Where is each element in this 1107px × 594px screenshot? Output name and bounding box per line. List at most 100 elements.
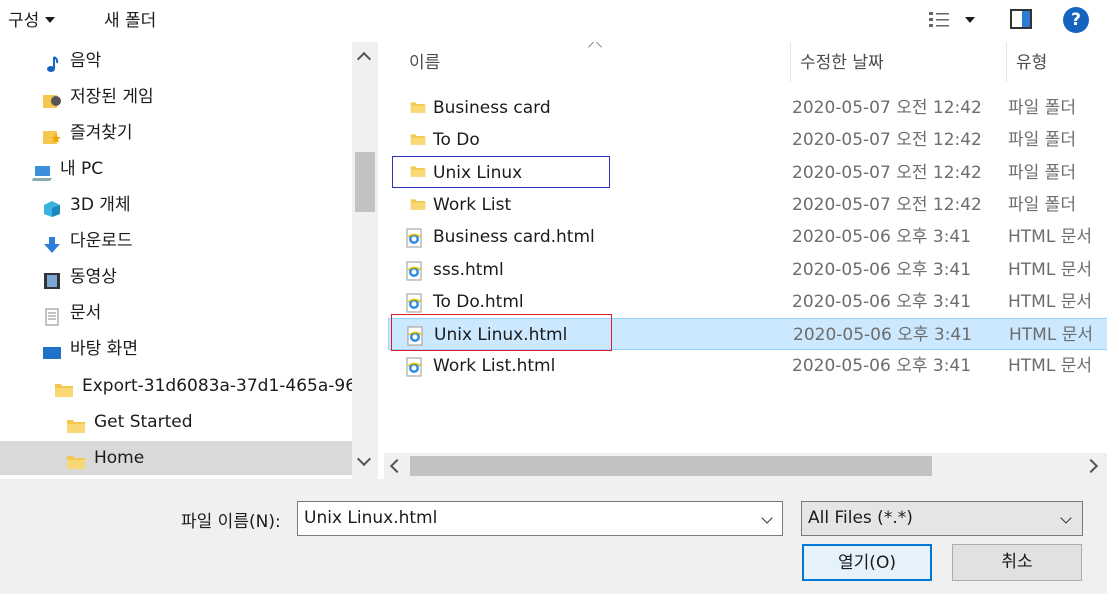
file-name: To Do: [433, 130, 480, 151]
nav-item[interactable]: 음악: [0, 44, 352, 78]
file-name: Work List: [433, 194, 512, 215]
file-modified-date: 2020-05-07 오전 12:42: [792, 130, 982, 151]
column-separator[interactable]: [1006, 42, 1007, 82]
scroll-left-icon[interactable]: [389, 458, 405, 474]
table-row[interactable]: sss.html 2020-05-06 오후 3:41 HTML 문서: [384, 254, 1107, 286]
nav-item[interactable]: 즐겨찾기: [0, 116, 352, 150]
file-name: To Do.html: [433, 291, 524, 312]
file-type: HTML 문서: [1009, 325, 1093, 346]
organize-button[interactable]: 구성: [8, 9, 56, 33]
nav-item[interactable]: 저장된 게임: [0, 80, 352, 114]
nav-item[interactable]: 바탕 화면: [0, 332, 352, 366]
file-type: 파일 폴더: [1008, 194, 1076, 215]
file-type: HTML 문서: [1008, 356, 1092, 377]
sort-ascending-icon: [587, 42, 603, 55]
highlight-box-red: [391, 314, 612, 351]
video-film-icon: [42, 268, 62, 289]
help-icon[interactable]: ?: [1063, 7, 1089, 33]
open-button[interactable]: 열기(O): [802, 544, 932, 581]
file-modified-date: 2020-05-07 오전 12:42: [792, 162, 982, 183]
nav-item-label: 내 PC: [60, 159, 104, 179]
nav-item-label: 동영상: [70, 267, 117, 287]
nav-item[interactable]: Home: [0, 441, 352, 475]
computer-icon: [32, 160, 52, 181]
folder-icon: [410, 196, 426, 214]
nav-item-label: 다운로드: [70, 231, 133, 251]
table-row[interactable]: Business card.html 2020-05-06 오후 3:41 HTML…: [384, 221, 1107, 253]
nav-item[interactable]: 다운로드: [0, 224, 352, 258]
html-file-icon: [404, 228, 424, 248]
file-type-select[interactable]: All Files (*.*): [801, 501, 1083, 536]
file-modified-date: 2020-05-07 오전 12:42: [792, 98, 982, 118]
nav-item[interactable]: 내 PC: [0, 152, 352, 186]
nav-item-label: 바탕 화면: [70, 339, 138, 359]
file-modified-date: 2020-05-06 오후 3:41: [792, 291, 972, 312]
dialog-footer: 파일 이름(N): Unix Linux.html All Files (*.*…: [0, 479, 1107, 594]
table-row[interactable]: To Do 2020-05-07 오전 12:42 파일 폴더: [384, 124, 1107, 156]
file-modified-date: 2020-05-06 오후 3:41: [792, 259, 972, 280]
nav-item-label: 3D 개체: [70, 195, 131, 215]
file-list: 이름 수정한 날짜 유형 Business card 2020-05-07 오전 …: [384, 42, 1107, 479]
nav-item[interactable]: Export-31d6083a-37d1-465a-96dc: [0, 369, 352, 403]
folder-icon: [66, 413, 86, 433]
column-header-date[interactable]: 수정한 날짜: [800, 42, 884, 86]
html-file-icon: [404, 357, 424, 377]
file-type: HTML 문서: [1008, 259, 1092, 280]
3d-objects-icon: [42, 196, 62, 217]
file-type: 파일 폴더: [1008, 162, 1076, 183]
cancel-button[interactable]: 취소: [952, 544, 1082, 581]
scroll-right-icon[interactable]: [1083, 458, 1099, 474]
file-name: sss.html: [433, 259, 504, 280]
nav-item[interactable]: 문서: [0, 296, 352, 330]
html-file-icon: [404, 261, 424, 280]
scroll-down-icon[interactable]: [356, 451, 372, 467]
column-header-type[interactable]: 유형: [1016, 42, 1047, 86]
column-header-name[interactable]: 이름: [409, 42, 440, 86]
column-separator[interactable]: [790, 42, 791, 82]
file-modified-date: 2020-05-07 오전 12:42: [792, 194, 982, 215]
nav-item-label: 음악: [70, 51, 102, 71]
file-type: 파일 폴더: [1008, 98, 1076, 118]
file-type: HTML 문서: [1008, 291, 1092, 312]
nav-item-label: Export-31d6083a-37d1-465a-96dc: [82, 376, 352, 396]
highlight-box-blue: [392, 156, 610, 188]
organize-label: 구성: [8, 11, 40, 31]
scroll-up-icon[interactable]: [356, 51, 372, 67]
desktop-icon: [42, 340, 62, 359]
filename-input[interactable]: Unix Linux.html: [297, 501, 783, 536]
navigation-pane: 음악저장된 게임즐겨찾기내 PC 3D 개체다운로드동영상문서바탕 화면 Expor…: [0, 42, 378, 479]
document-icon: [42, 304, 62, 326]
folder-icon: [66, 449, 86, 469]
nav-item-label: 저장된 게임: [70, 87, 154, 107]
table-row[interactable]: Business card 2020-05-07 오전 12:42 파일 폴더: [384, 92, 1107, 124]
nav-item-label: 문서: [70, 303, 102, 323]
new-folder-button[interactable]: 새 폴더: [104, 9, 156, 33]
html-file-icon: [404, 293, 424, 313]
file-type: HTML 문서: [1008, 227, 1092, 248]
horizontal-scrollbar[interactable]: [384, 453, 1107, 479]
file-modified-date: 2020-05-06 오후 3:41: [792, 227, 972, 248]
file-name: Work List.html: [433, 356, 556, 377]
file-modified-date: 2020-05-06 오후 3:41: [793, 325, 973, 346]
folder-icon: [54, 377, 74, 397]
view-dropdown-chevron-icon[interactable]: [965, 17, 975, 23]
nav-item[interactable]: 동영상: [0, 260, 352, 294]
scroll-thumb[interactable]: [410, 456, 932, 476]
view-options-icon[interactable]: [928, 10, 950, 30]
nav-item-label: 즐겨찾기: [70, 123, 133, 143]
scroll-thumb[interactable]: [355, 152, 375, 212]
chevron-down-icon: [45, 17, 56, 23]
table-row[interactable]: Work List.html 2020-05-06 오후 3:41 HTML 문서: [384, 350, 1107, 382]
file-name: Business card: [433, 98, 551, 118]
folder-icon: [410, 99, 426, 117]
table-row[interactable]: Work List 2020-05-07 오전 12:42 파일 폴더: [384, 189, 1107, 221]
preview-pane-icon[interactable]: [1010, 9, 1032, 29]
nav-item[interactable]: 3D 개체: [0, 188, 352, 222]
nav-item[interactable]: Get Started: [0, 405, 352, 439]
table-row[interactable]: To Do.html 2020-05-06 오후 3:41 HTML 문서: [384, 286, 1107, 318]
music-note-icon: [42, 52, 62, 72]
nav-item-label: Home: [94, 448, 145, 468]
command-bar: 구성 새 폴더 ?: [0, 0, 1107, 42]
favorites-folder-icon: [42, 124, 62, 144]
navigation-scrollbar[interactable]: [352, 42, 378, 479]
